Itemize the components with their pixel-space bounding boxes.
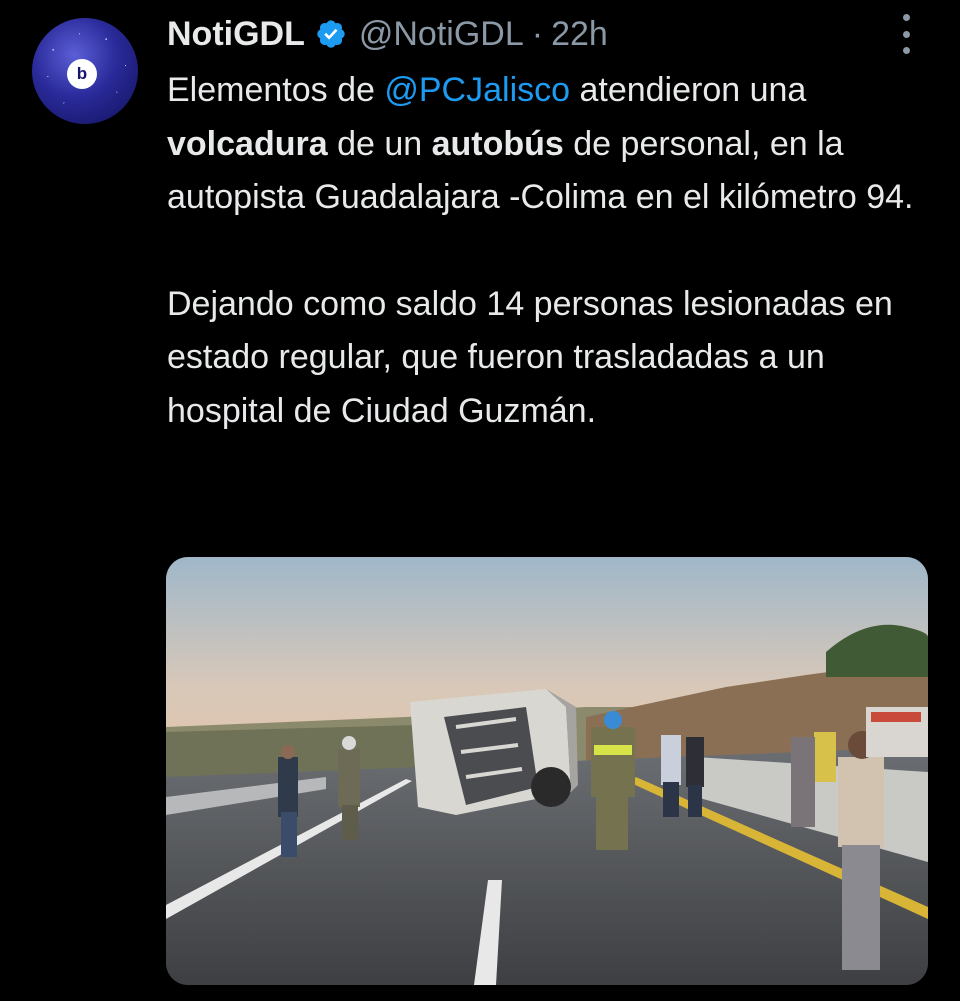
text-segment: Elementos de [167, 71, 385, 109]
overturned-bus [410, 689, 578, 815]
more-dot [902, 14, 910, 21]
tweet-header: NotiGDL @NotiGDL · 22h [167, 12, 608, 56]
tweet[interactable]: b NotiGDL @NotiGDL · 22h Elementos de @P… [0, 0, 960, 1001]
separator-dot: · [531, 14, 544, 53]
tweet-paragraph-1: Elementos de @PCJalisco atendieron una v… [167, 64, 942, 225]
avatar[interactable]: b [32, 18, 138, 124]
bold-text: volcadura [167, 124, 328, 163]
text-segment: atendieron una [570, 71, 807, 109]
tweet-paragraph-2: Dejando como saldo 14 personas lesionada… [167, 284, 893, 430]
display-name[interactable]: NotiGDL [167, 15, 305, 54]
timestamp[interactable]: 22h [551, 15, 608, 54]
mention-link[interactable]: @PCJalisco [384, 71, 570, 109]
tweet-photo[interactable] [166, 557, 928, 985]
verified-badge-icon[interactable] [315, 18, 347, 50]
more-dot [902, 47, 910, 54]
more-dot [902, 30, 910, 38]
avatar-logo: b [67, 59, 97, 89]
bold-text: autobús [431, 124, 564, 163]
text-segment: de un [327, 124, 432, 163]
ambulance-stripe [871, 712, 921, 722]
more-vertical-icon[interactable] [894, 14, 918, 54]
tweet-text: Elementos de @PCJalisco atendieron una v… [167, 64, 942, 438]
handle[interactable]: @NotiGDL [359, 15, 524, 54]
accident-scene-illustration [166, 557, 928, 985]
